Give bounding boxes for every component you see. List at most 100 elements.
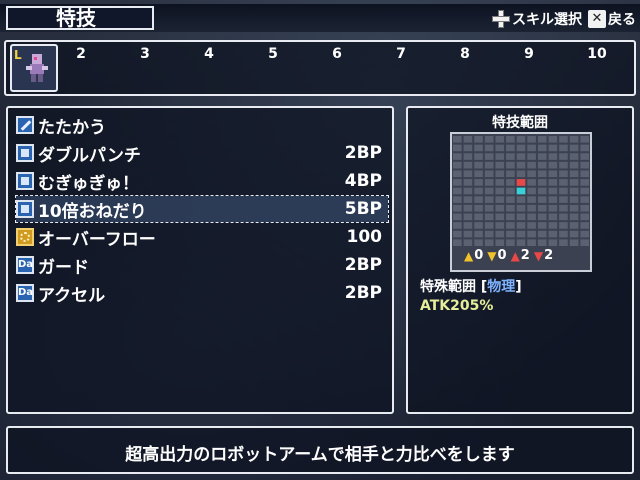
- range-type-line: 特殊範囲 [物理]: [420, 279, 522, 295]
- grid-cell: [484, 213, 494, 221]
- grid-cell: [506, 161, 515, 169]
- skill-item[interactable]: オーバーフロー 100: [16, 224, 388, 250]
- level-slot-7[interactable]: 7: [386, 46, 416, 62]
- grid-cell: [474, 204, 483, 212]
- skill-name: ガード: [38, 257, 89, 278]
- grid-cell: [516, 239, 526, 246]
- skill-item[interactable]: たたかう: [16, 112, 388, 138]
- level-1-slot[interactable]: L: [10, 44, 58, 92]
- arrow-down-icon: ▼: [487, 248, 497, 263]
- grid-cell: [527, 239, 536, 246]
- grid-cell: [453, 230, 462, 238]
- grid-cell: [569, 196, 579, 203]
- grid-cell: [537, 161, 547, 169]
- arrow-down-icon: ▼: [533, 248, 544, 263]
- grid-cell: [506, 239, 515, 246]
- grid-cell: [537, 239, 547, 246]
- grid-cell: [537, 222, 547, 229]
- level-slot-5[interactable]: 5: [258, 46, 288, 62]
- level-slot-3[interactable]: 3: [130, 46, 160, 62]
- grid-cell: [527, 230, 536, 238]
- stat-value: 0: [474, 248, 484, 263]
- grid-cell: [495, 222, 505, 229]
- level-bar: L 2 3 4 5 6 7 8 9 10: [4, 40, 636, 96]
- arrow-up-icon: ▲: [510, 248, 520, 263]
- grid-cell: [484, 239, 494, 246]
- skill-item[interactable]: むぎゅぎゅ！ 4BP: [16, 168, 388, 194]
- grid-cell: [569, 144, 579, 152]
- grid-cell: [463, 136, 473, 143]
- grid-cell: [527, 187, 536, 195]
- skill-item[interactable]: 10倍おねだり 5BP: [15, 195, 389, 223]
- skill-cost: 2BP: [344, 283, 382, 303]
- grid-cell: [569, 179, 579, 186]
- skill-range-panel: 特技範囲 ▲ 0 ▼ 0 ▲ 2 ▼ 2 特殊範囲 [物理] ATK205%: [406, 106, 634, 414]
- grid-cell: [516, 136, 526, 143]
- skill-item[interactable]: ダブルパンチ 2BP: [16, 140, 388, 166]
- grid-cell: [463, 144, 473, 152]
- grid-cell: [537, 153, 547, 160]
- grid-cell: [580, 222, 589, 229]
- control-hints: スキル選択 ✕ 戻る: [492, 8, 636, 30]
- grid-cell: [516, 230, 526, 238]
- grid-cell: [548, 230, 558, 238]
- skill-item[interactable]: Da ガード 2BP: [16, 252, 388, 278]
- grid-cell: [559, 161, 568, 169]
- grid-cell: [527, 161, 536, 169]
- grid-cell: [463, 222, 473, 229]
- skill-description: 超高出力のロボットアームで相手と力比べをします: [125, 445, 515, 465]
- grid-cell: [548, 136, 558, 143]
- grid-cell: [527, 144, 536, 152]
- grid-cell: [453, 179, 462, 186]
- grid-cell: [559, 230, 568, 238]
- grid-cell: [453, 136, 462, 143]
- back-hint[interactable]: 戻る: [608, 9, 636, 29]
- grid-cell: [569, 153, 579, 160]
- level-slot-10[interactable]: 10: [582, 46, 612, 62]
- grid-cell: [559, 179, 568, 186]
- grid-cell: [506, 170, 515, 178]
- grid-cell: [506, 187, 515, 195]
- grid-cell: [537, 170, 547, 178]
- grid-cell: [484, 144, 494, 152]
- level-slot-6[interactable]: 6: [322, 46, 352, 62]
- grid-cell: [548, 196, 558, 203]
- page-title: 特技: [6, 6, 154, 30]
- grid-cell: [484, 230, 494, 238]
- da-icon: Da: [16, 284, 34, 302]
- grid-cell: [506, 144, 515, 152]
- x-button-icon[interactable]: ✕: [588, 10, 606, 28]
- grid-cell: [506, 136, 515, 143]
- skill-name: アクセル: [38, 285, 106, 306]
- skill-cost: 2BP: [344, 255, 382, 275]
- skill-name: むぎゅぎゅ！: [38, 173, 139, 194]
- grid-cell: [484, 170, 494, 178]
- level-slot-4[interactable]: 4: [194, 46, 224, 62]
- grid-cell: [495, 187, 505, 195]
- skill-name: ダブルパンチ: [38, 145, 141, 166]
- grid-cell: [463, 153, 473, 160]
- skill-name: オーバーフロー: [38, 229, 156, 250]
- grid-cell: [474, 213, 483, 221]
- grid-cell: [548, 239, 558, 246]
- grid-cell: [506, 222, 515, 229]
- grid-cell: [495, 136, 505, 143]
- grid-cell: [453, 170, 462, 178]
- grid-cell: [463, 204, 473, 212]
- grid-cell: [495, 170, 505, 178]
- stat-value: 2: [544, 248, 554, 263]
- skill-item[interactable]: Da アクセル 2BP: [16, 280, 388, 306]
- grid-cell: [580, 196, 589, 203]
- range-stat: ▼ 2: [534, 248, 553, 263]
- skill-cost: 100: [346, 227, 383, 247]
- level-slot-8[interactable]: 8: [450, 46, 480, 62]
- grid-cell: [484, 187, 494, 195]
- level-slot-9[interactable]: 9: [514, 46, 544, 62]
- grid-cell: [537, 187, 547, 195]
- grid-cell: [484, 204, 494, 212]
- grid-cell: [559, 187, 568, 195]
- range-label: 特殊範囲: [420, 279, 476, 295]
- grid-cell: [506, 196, 515, 203]
- grid-cell: [569, 239, 579, 246]
- level-slot-2[interactable]: 2: [66, 46, 96, 62]
